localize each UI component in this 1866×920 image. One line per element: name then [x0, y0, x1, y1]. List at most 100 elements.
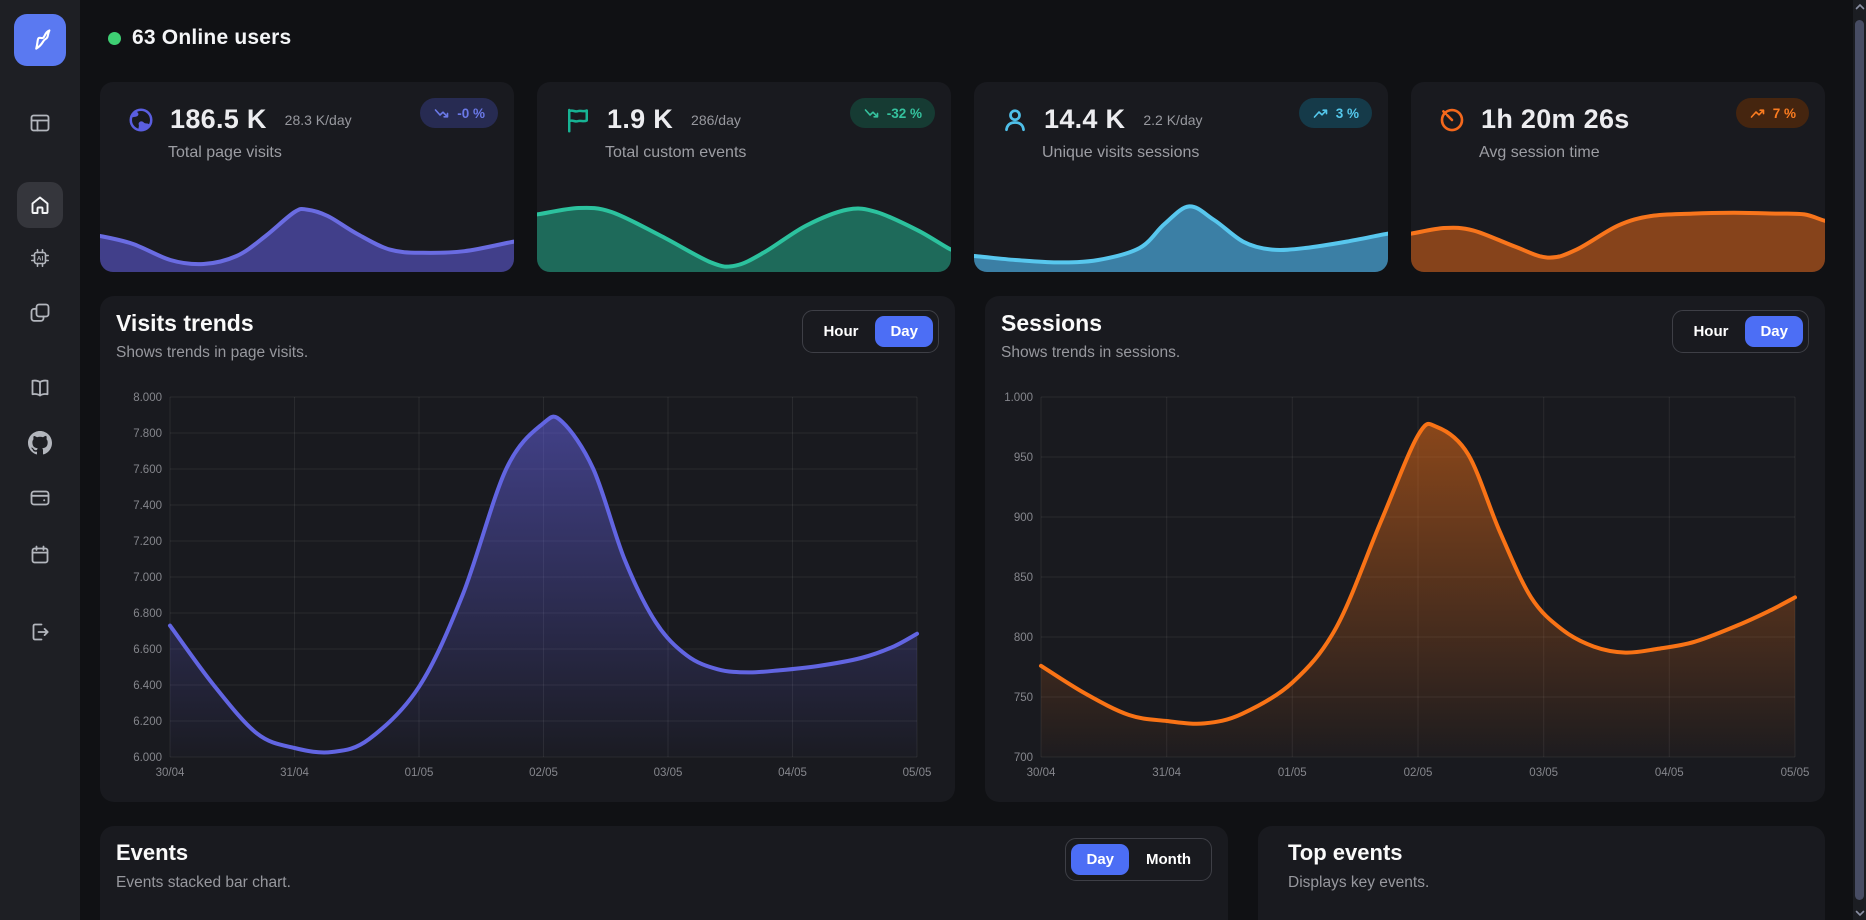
calendar-icon [28, 543, 52, 567]
svg-text:700: 700 [1014, 752, 1033, 764]
svg-text:7.400: 7.400 [133, 500, 162, 512]
svg-text:7.600: 7.600 [133, 464, 162, 476]
home-icon [28, 193, 52, 217]
trend-down-icon [433, 106, 450, 121]
stat-card-custom-events: 1.9 K 286/day Total custom events -32 % [537, 82, 951, 272]
logo-wave-icon [25, 23, 55, 58]
stat-label: Total custom events [605, 144, 746, 162]
svg-text:AI: AI [37, 256, 44, 263]
stat-value: 14.4 K [1044, 104, 1125, 135]
github-icon [28, 431, 52, 455]
page-visits-sparkline [100, 192, 514, 272]
svg-text:6.000: 6.000 [133, 752, 162, 764]
panel-subtitle: Shows trends in sessions. [1001, 344, 1180, 362]
stat-card-session-time: 1h 20m 26s Avg session time 7 % [1411, 82, 1825, 272]
visits-trends-chart[interactable]: 6.0006.2006.4006.6006.8007.0007.2007.400… [110, 381, 945, 791]
scroll-up-icon[interactable] [1854, 3, 1865, 11]
person-icon [1000, 105, 1030, 135]
app-logo[interactable] [14, 14, 66, 66]
sidebar-item-billing[interactable] [17, 475, 63, 521]
svg-text:6.400: 6.400 [133, 680, 162, 692]
stat-card-page-visits: 186.5 K 28.3 K/day Total page visits -0 … [100, 82, 514, 272]
panel-title: Visits trends [116, 310, 254, 337]
visits-trends-panel: Visits trends Shows trends in page visit… [100, 296, 955, 802]
online-status-dot [108, 32, 121, 45]
logout-icon [28, 620, 52, 644]
panel-subtitle: Shows trends in page visits. [116, 344, 308, 362]
sidebar-item-logout[interactable] [17, 609, 63, 655]
svg-text:30/04: 30/04 [156, 767, 185, 779]
events-panel: Events Events stacked bar chart. Day Mon… [100, 826, 1228, 920]
svg-text:03/05: 03/05 [654, 767, 683, 779]
sidebar-item-dashboard[interactable] [17, 100, 63, 146]
svg-text:02/05: 02/05 [529, 767, 558, 779]
sidebar-item-calendar[interactable] [17, 532, 63, 578]
sessions-interval-toggle: Hour Day [1672, 310, 1809, 353]
custom-events-sparkline [537, 192, 951, 272]
svg-text:31/04: 31/04 [1152, 767, 1181, 779]
toggle-day-button[interactable]: Day [1071, 844, 1129, 875]
sidebar-item-github[interactable] [17, 420, 63, 466]
panel-title: Events [116, 840, 188, 866]
svg-text:01/05: 01/05 [1278, 767, 1307, 779]
toggle-hour-button[interactable]: Hour [808, 316, 873, 347]
visits-interval-toggle: Hour Day [802, 310, 939, 353]
panel-title: Sessions [1001, 310, 1102, 337]
svg-text:03/05: 03/05 [1529, 767, 1558, 779]
toggle-day-button[interactable]: Day [1745, 316, 1803, 347]
trend-badge: 3 % [1299, 98, 1372, 128]
sessions-chart[interactable]: 7007508008509009501.00030/0431/0401/0502… [995, 381, 1815, 791]
svg-text:7.000: 7.000 [133, 572, 162, 584]
globe-icon [126, 105, 156, 135]
svg-text:04/05: 04/05 [778, 767, 807, 779]
online-users-indicator: 63 Online users [108, 26, 291, 50]
sidebar-item-ai[interactable]: AI [17, 235, 63, 281]
svg-text:04/05: 04/05 [1655, 767, 1684, 779]
stat-label: Avg session time [1479, 144, 1600, 162]
trend-badge: -0 % [420, 98, 498, 128]
svg-text:8.000: 8.000 [133, 392, 162, 404]
stat-value: 186.5 K [170, 104, 267, 135]
trend-down-icon [863, 106, 880, 121]
analytics-dashboard: AI [0, 0, 1866, 920]
page-scrollbar[interactable] [1853, 0, 1866, 920]
stat-rate: 286/day [691, 112, 741, 128]
toggle-day-button[interactable]: Day [875, 316, 933, 347]
stat-label: Total page visits [168, 144, 282, 162]
svg-text:750: 750 [1014, 692, 1033, 704]
flag-icon [563, 105, 593, 135]
wallet-icon [28, 486, 52, 510]
scrollbar-thumb[interactable] [1855, 20, 1864, 900]
svg-text:6.600: 6.600 [133, 644, 162, 656]
timer-icon [1437, 105, 1467, 135]
toggle-month-button[interactable]: Month [1131, 844, 1206, 875]
sidebar-item-pages[interactable] [17, 290, 63, 336]
svg-text:30/04: 30/04 [1027, 767, 1056, 779]
badge-text: -0 % [457, 106, 485, 121]
trend-badge: -32 % [850, 98, 935, 128]
stat-value: 1h 20m 26s [1481, 104, 1630, 135]
svg-text:800: 800 [1014, 632, 1033, 644]
scroll-down-icon[interactable] [1854, 909, 1865, 917]
svg-text:6.200: 6.200 [133, 716, 162, 728]
sessions-panel: Sessions Shows trends in sessions. Hour … [985, 296, 1825, 802]
online-users-label: 63 Online users [132, 26, 291, 50]
svg-text:31/04: 31/04 [280, 767, 309, 779]
svg-text:850: 850 [1014, 572, 1033, 584]
svg-text:7.200: 7.200 [133, 536, 162, 548]
sidebar-item-docs[interactable] [17, 365, 63, 411]
stat-rate: 28.3 K/day [285, 112, 352, 128]
sidebar-item-home[interactable] [17, 182, 63, 228]
badge-text: 7 % [1773, 106, 1796, 121]
svg-text:900: 900 [1014, 512, 1033, 524]
svg-text:05/05: 05/05 [1781, 767, 1810, 779]
svg-text:950: 950 [1014, 452, 1033, 464]
svg-text:7.800: 7.800 [133, 428, 162, 440]
session-time-sparkline [1411, 192, 1825, 272]
stat-value: 1.9 K [607, 104, 673, 135]
svg-text:01/05: 01/05 [405, 767, 434, 779]
unique-sessions-sparkline [974, 192, 1388, 272]
top-events-panel: Top events Displays key events. [1258, 826, 1825, 920]
stat-card-unique-sessions: 14.4 K 2.2 K/day Unique visits sessions … [974, 82, 1388, 272]
toggle-hour-button[interactable]: Hour [1678, 316, 1743, 347]
